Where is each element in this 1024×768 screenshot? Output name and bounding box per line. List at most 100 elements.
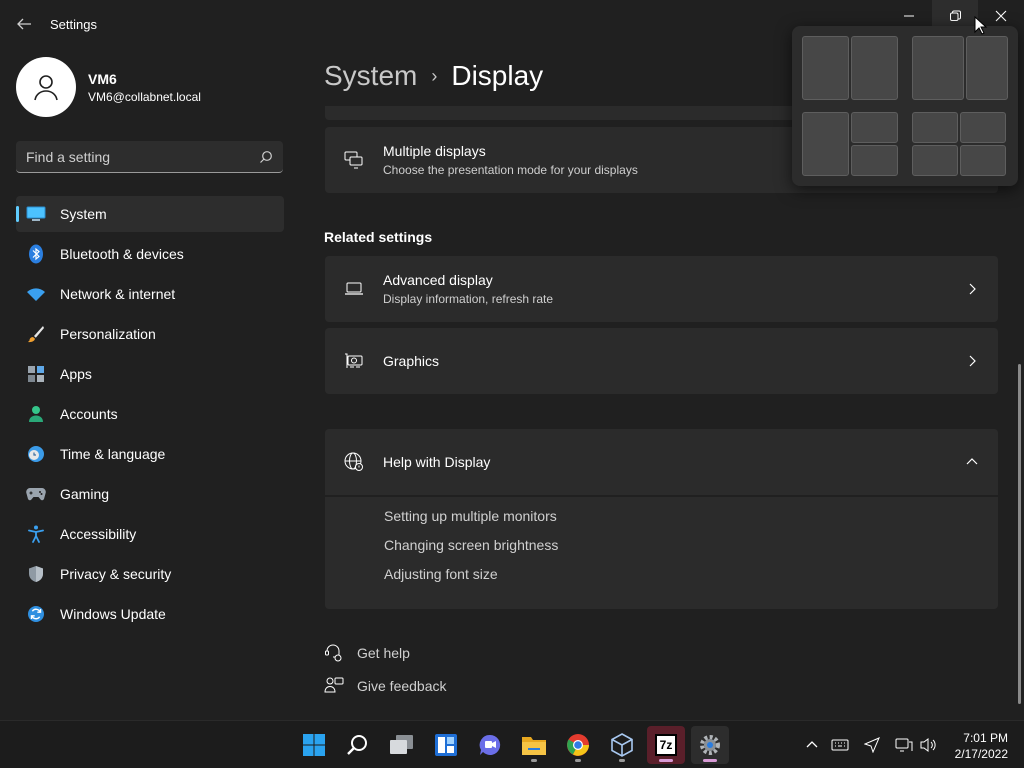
accessibility-icon [26, 524, 46, 544]
snap-layout-halves[interactable] [802, 36, 898, 100]
get-help-icon [325, 644, 342, 662]
sidebar-item-label: System [60, 206, 107, 222]
profile-name: VM6 [88, 70, 117, 87]
sidebar-item-privacy-security[interactable]: Privacy & security [16, 556, 284, 592]
sidebar-item-label: Accessibility [60, 526, 137, 542]
app-title: Settings [50, 17, 97, 32]
snap-zone[interactable] [851, 145, 898, 176]
advanced-display-card[interactable]: Advanced display Display information, re… [325, 256, 998, 322]
chevron-up-icon [806, 741, 818, 748]
page-title: Display [451, 60, 544, 91]
snap-layout-quadrants[interactable] [912, 112, 1006, 176]
user-profile[interactable]: VM6 VM6@collabnet.local [16, 56, 201, 118]
snap-zone[interactable] [851, 36, 898, 100]
taskbar: 7z [0, 720, 1024, 768]
snap-zone[interactable] [912, 112, 958, 143]
search-box[interactable] [16, 141, 283, 173]
snap-zone[interactable] [960, 112, 1006, 143]
search-icon[interactable] [259, 150, 273, 164]
snap-zone[interactable] [912, 36, 964, 100]
sidebar-item-label: Bluetooth & devices [60, 246, 184, 262]
arrow-left-icon [17, 18, 31, 30]
snap-zone[interactable] [802, 36, 849, 100]
sidebar-item-label: Privacy & security [60, 566, 172, 582]
widgets-button[interactable] [427, 726, 465, 764]
search-input[interactable] [26, 148, 259, 165]
snap-zone[interactable] [802, 112, 849, 176]
start-button[interactable] [295, 726, 333, 764]
help-link-screen-brightness[interactable]: Changing screen brightness [384, 536, 998, 565]
snap-zone[interactable] [851, 112, 898, 143]
sidebar-item-apps[interactable]: Apps [16, 356, 284, 392]
avatar [16, 57, 76, 117]
file-explorer-button[interactable] [515, 726, 553, 764]
snap-layout-main-and-two[interactable] [802, 112, 898, 176]
sidebar-item-bluetooth[interactable]: Bluetooth & devices [16, 236, 284, 272]
brush-icon [26, 324, 46, 344]
snap-zone[interactable] [960, 145, 1006, 176]
sidebar-item-personalization[interactable]: Personalization [16, 316, 284, 352]
running-indicator [659, 759, 673, 762]
snap-zone[interactable] [966, 36, 1008, 100]
chevron-up-icon[interactable] [964, 454, 980, 470]
snap-zone[interactable] [912, 145, 958, 176]
task-view-button[interactable] [383, 726, 421, 764]
breadcrumb-parent[interactable]: System [324, 60, 417, 92]
task-view-icon [390, 735, 413, 754]
help-link-font-size[interactable]: Adjusting font size [384, 565, 998, 594]
network-button[interactable] [894, 735, 914, 755]
card-title: Graphics [383, 353, 440, 369]
sidebar-item-windows-update[interactable]: Windows Update [16, 596, 284, 632]
volume-button[interactable] [918, 735, 938, 755]
help-links-panel: Setting up multiple monitors Changing sc… [325, 497, 998, 609]
running-indicator [619, 759, 625, 762]
sidebar-item-gaming[interactable]: Gaming [16, 476, 284, 512]
sidebar-item-system[interactable]: System [16, 196, 284, 232]
wifi-icon [26, 284, 46, 304]
sidebar-nav: System Bluetooth & devices Network & int… [16, 196, 284, 636]
sidebar-item-label: Windows Update [60, 606, 166, 622]
help-link-multiple-monitors[interactable]: Setting up multiple monitors [384, 507, 998, 536]
network-monitor-icon [895, 738, 913, 752]
sidebar-item-network[interactable]: Network & internet [16, 276, 284, 312]
give-feedback-link[interactable]: Give feedback [324, 676, 447, 696]
chrome-button[interactable] [559, 726, 597, 764]
graphics-card[interactable]: Graphics [325, 328, 998, 394]
snap-layouts-flyout [792, 26, 1018, 186]
teams-chat-icon [479, 734, 501, 755]
back-button[interactable] [12, 12, 36, 36]
feedback-icon [324, 677, 344, 693]
keyboard-button[interactable] [830, 735, 850, 755]
minimize-icon [904, 15, 914, 17]
chevron-right-icon [969, 283, 976, 295]
get-help-label: Get help [357, 645, 410, 661]
user-icon [34, 75, 58, 101]
sidebar-item-accounts[interactable]: Accounts [16, 396, 284, 432]
sidebar-item-time-language[interactable]: Time & language [16, 436, 284, 472]
7zip-button[interactable]: 7z [647, 726, 685, 764]
chrome-icon [567, 734, 589, 756]
help-with-display-header[interactable]: Help with Display [325, 429, 998, 495]
settings-icon [700, 735, 720, 755]
taskbar-clock[interactable]: 7:01 PM 2/17/2022 [940, 730, 1008, 762]
scrollbar[interactable] [1018, 364, 1021, 704]
get-help-link[interactable]: Get help [324, 643, 410, 663]
virtualbox-button[interactable] [603, 726, 641, 764]
start-icon [303, 734, 325, 756]
snap-layout-two-thirds[interactable] [912, 36, 1008, 100]
taskbar-search-button[interactable] [339, 726, 377, 764]
laptop-icon [343, 278, 365, 300]
show-hidden-icons-button[interactable] [802, 735, 822, 755]
file-explorer-icon [522, 737, 546, 755]
settings-taskbar-button[interactable] [691, 726, 729, 764]
sidebar-item-label: Time & language [60, 446, 166, 462]
bluetooth-icon [26, 244, 46, 264]
location-button[interactable] [862, 735, 882, 755]
shield-icon [26, 564, 46, 584]
chat-button[interactable] [471, 726, 509, 764]
sidebar-item-label: Accounts [60, 406, 118, 422]
sidebar-item-accessibility[interactable]: Accessibility [16, 516, 284, 552]
location-arrow-icon [864, 737, 880, 753]
multiple-displays-icon [343, 149, 365, 171]
sidebar-item-label: Network & internet [60, 286, 176, 302]
